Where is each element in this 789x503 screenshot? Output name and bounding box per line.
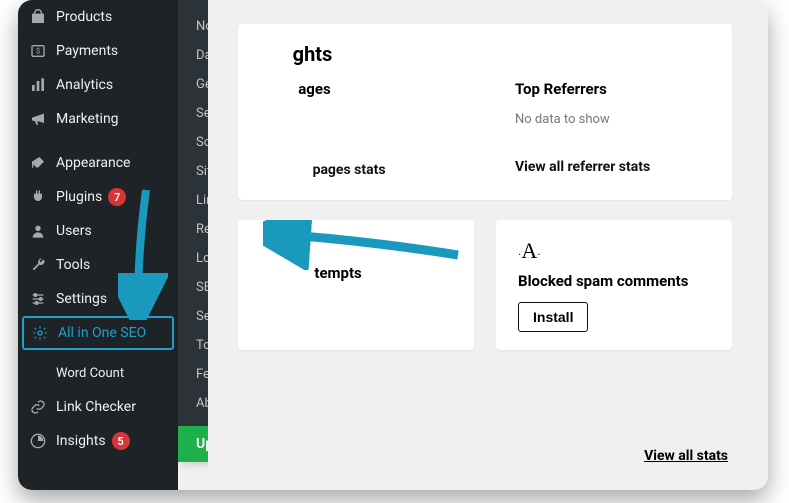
sidebar-label: Users bbox=[56, 223, 92, 239]
install-button[interactable]: Install bbox=[518, 302, 588, 332]
sidebar-label: Marketing bbox=[56, 111, 119, 127]
sidebar-label: Link Checker bbox=[56, 399, 136, 415]
column-title-pages: Top Pages bbox=[260, 80, 455, 98]
sidebar-label: Tools bbox=[56, 257, 90, 273]
user-icon bbox=[28, 221, 48, 241]
spam-card: ·A· Blocked spam comments Install bbox=[496, 220, 732, 350]
view-referrer-stats-link[interactable]: View all referrer stats bbox=[515, 159, 710, 175]
sidebar-label: Word Count bbox=[56, 366, 124, 381]
sidebar-label: Plugins bbox=[56, 189, 102, 205]
sidebar-label: Insights bbox=[56, 433, 106, 449]
top-card: Insights Top Pages View all pages stats … bbox=[238, 24, 732, 200]
no-data-text: No data to show bbox=[515, 112, 710, 127]
sidebar-item-tools[interactable]: Tools bbox=[18, 248, 178, 282]
attempts-card: Login attempts bbox=[238, 220, 474, 350]
admin-sidebar: Products $ Payments Analytics Marketing … bbox=[18, 0, 178, 490]
sidebar-item-insights[interactable]: Insights 5 bbox=[18, 424, 178, 458]
svg-text:$: $ bbox=[36, 47, 40, 56]
sidebar-item-analytics[interactable]: Analytics bbox=[18, 68, 178, 102]
sidebar-label: Settings bbox=[56, 291, 107, 307]
sidebar-item-marketing[interactable]: Marketing bbox=[18, 102, 178, 136]
sidebar-label: All in One SEO bbox=[58, 325, 146, 341]
sidebar-item-appearance[interactable]: Appearance bbox=[18, 146, 178, 180]
bag-icon bbox=[28, 7, 48, 27]
sidebar-item-aioseo[interactable]: All in One SEO bbox=[22, 316, 174, 350]
dollar-icon: $ bbox=[28, 41, 48, 61]
sidebar-label: Appearance bbox=[56, 155, 130, 171]
link-icon bbox=[28, 397, 48, 417]
update-badge: 7 bbox=[108, 188, 126, 206]
sidebar-item-settings[interactable]: Settings bbox=[18, 282, 178, 316]
bars-icon bbox=[28, 75, 48, 95]
view-all-stats-link[interactable]: View all stats bbox=[644, 448, 728, 464]
brush-icon bbox=[28, 153, 48, 173]
card-heading: Blocked spam comments bbox=[518, 272, 710, 290]
megaphone-icon bbox=[28, 109, 48, 129]
sliders-icon bbox=[28, 289, 48, 309]
sidebar-label: Payments bbox=[56, 43, 118, 59]
update-badge: 5 bbox=[112, 432, 130, 450]
card-title: Insights bbox=[260, 42, 710, 66]
gear-icon bbox=[30, 323, 50, 343]
insights-icon bbox=[28, 431, 48, 451]
column-title-referrers: Top Referrers bbox=[515, 80, 710, 98]
card-heading: Login attempts bbox=[260, 264, 452, 282]
app-frame: Products $ Payments Analytics Marketing … bbox=[18, 0, 768, 490]
akismet-icon: ·A· bbox=[518, 238, 710, 264]
sidebar-label: Analytics bbox=[56, 77, 113, 93]
wrench-icon bbox=[28, 255, 48, 275]
sidebar-item-products[interactable]: Products bbox=[18, 0, 178, 34]
sidebar-item-payments[interactable]: $ Payments bbox=[18, 34, 178, 68]
view-pages-stats-link[interactable]: View all pages stats bbox=[260, 162, 455, 178]
sidebar-item-plugins[interactable]: Plugins 7 bbox=[18, 180, 178, 214]
plug-icon bbox=[28, 187, 48, 207]
sidebar-label: Products bbox=[56, 9, 112, 25]
sidebar-item-users[interactable]: Users bbox=[18, 214, 178, 248]
sidebar-item-linkchecker[interactable]: Link Checker bbox=[18, 390, 178, 424]
main-content: Insights Top Pages View all pages stats … bbox=[208, 0, 768, 490]
sidebar-item-wordcount[interactable]: Word Count bbox=[18, 356, 178, 390]
